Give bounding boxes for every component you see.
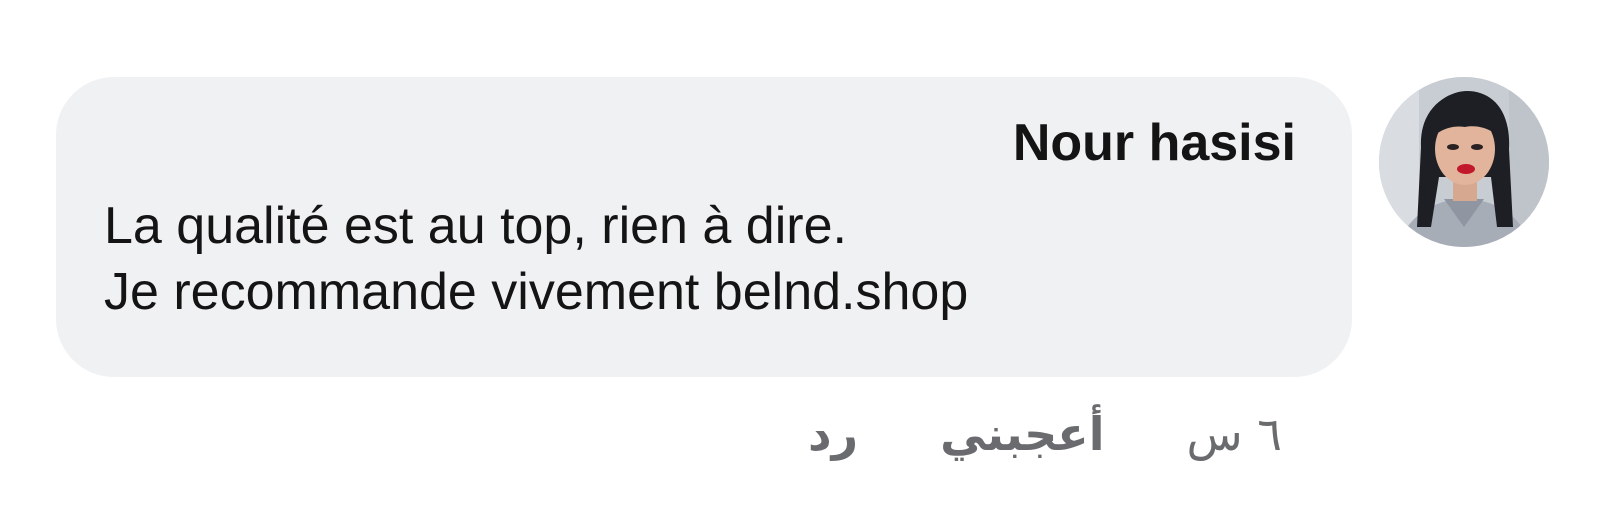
avatar[interactable]: [1379, 77, 1549, 247]
comment-item: Nour hasisi La qualité est au top, rien …: [0, 0, 1600, 514]
comment-body: La qualité est au top, rien à dire. Je r…: [104, 193, 968, 325]
avatar-photo: [1379, 77, 1549, 247]
comment-timestamp: ٦ س: [1186, 407, 1283, 461]
reply-button[interactable]: رد: [808, 407, 858, 461]
comment-bubble: Nour hasisi La qualité est au top, rien …: [56, 77, 1352, 377]
like-button[interactable]: أعجبني: [940, 407, 1104, 461]
comment-text-line: Je recommande vivement belnd.shop: [104, 263, 969, 321]
comment-text-line: La qualité est au top, rien à dire.: [104, 197, 847, 255]
comment-author-name[interactable]: Nour hasisi: [1013, 113, 1296, 173]
comment-actions: ٦ س أعجبني رد: [808, 404, 1282, 464]
